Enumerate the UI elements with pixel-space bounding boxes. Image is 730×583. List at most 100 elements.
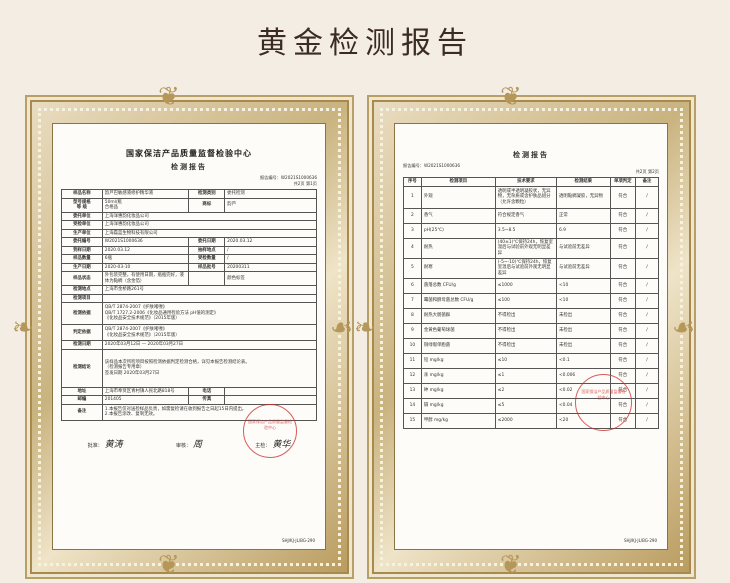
results-cell: 不得检出 [494,307,557,324]
info-value: 外包装完整，有使用日期，瓶瓶完好，液体为黏稠（含金箔） [101,271,190,286]
info-label: 受检数量 [188,254,226,264]
results-cell: / [635,322,659,339]
results-cell: 2 [403,207,422,224]
results-cell: 与试验前无差异 [555,237,611,259]
results-column-header: 单项判定 [609,177,637,187]
info-value: 2020-03-10 [101,262,190,272]
frame-ornament-icon: ☙ [672,313,696,343]
results-header-row: 序号 检测项目 技术要求 检测结果 单项判定 备注 [403,177,659,187]
results-cell: 铅 mg/kg [420,352,496,369]
info-value: 颜色标签 [224,271,317,286]
info-label: 到样日期 [61,245,103,255]
results-cell: 不得检出 [494,337,557,354]
report-heading: 检测报告 [513,150,549,159]
results-cell: 与试验前无差异 [555,257,611,279]
report-info-row: 样品数量 6瓶 受检数量 / [61,254,317,264]
results-cell: <0.1 [555,352,611,369]
info-value: 上海磊蓝生物科技有限公司 [101,228,318,238]
info-label: 检测依据 [61,302,103,325]
results-cell: ≤5 [494,397,557,414]
reviewer-signature: 审核：周 [175,439,202,450]
results-cell: / [635,185,659,209]
results-row: 9 金黄色葡萄球菌 不得检出 未检出 符合 / [403,322,659,339]
info-value: W2021S1000636 [101,237,190,247]
results-cell: 耐热 [420,237,496,259]
results-cell: pH(25℃) [420,222,496,239]
info-label: 检测结论 [61,348,103,388]
results-column-header: 检测结果 [555,177,611,187]
results-cell: 符合规定香气 [494,207,557,224]
info-label: 型号规格 等 级 [61,197,103,213]
results-cell: ≤100 [494,292,557,309]
frame-ornament-icon: ❦ [500,550,522,580]
report-pages: 共2页 第2页 [635,169,659,174]
results-cell: 符合 [609,207,637,224]
info-label: 抽样地点 [188,245,226,255]
info-label: 商标 [188,197,226,213]
info-label: 受检单位 [61,220,103,230]
results-cell: (-5~-10)℃保持24h，恢复室温后与试验前外观无明显差异 [494,257,557,279]
results-cell: 符合 [609,307,637,324]
frame-ornament-icon: ❦ [500,82,522,112]
report-info-row: 地址 上海市奉贤区青村镇人民北路818号 电话 [61,386,317,396]
frame-ornament-icon: ❦ [158,82,180,112]
report-info-row: 判定依据 QB/T 2874-2007《护肤啫喱》 《化妆品安全技术规范》（201… [61,324,318,341]
results-cell: 3.5~8.5 [494,222,557,239]
info-label: 委托日期 [188,237,226,247]
info-label: 样品状态 [61,271,103,286]
info-value [101,293,318,303]
info-label: 邮编 [61,395,103,405]
info-label: 生产日期 [61,262,103,272]
frame-ornament-icon: ☙ [330,313,354,343]
info-label: 判定依据 [61,324,103,341]
results-cell: ≤1 [494,367,557,384]
approver-signature: 批准： 黄涛 [87,439,123,450]
info-value: 201405 [101,395,190,405]
results-column-header: 技术要求 [494,177,557,187]
results-cell: 符合 [609,322,637,339]
info-value: 2020年03月12日 — 2020年03月27日 [101,340,318,350]
report-info-row: 型号规格 等 级 50ml/瓶 合格品 商标 韵芦 [61,197,317,213]
results-cell: 镉 mg/kg [420,397,496,414]
right-report-paper: 检测报告 报告编号：W2021S1000636 共2页 第2页 序号 检测项目 技术… [394,123,668,550]
info-value: 上海洋惠韵化妆品公司 [101,211,318,221]
results-cell: 金黄色葡萄球菌 [420,322,496,339]
results-cell: ≤2 [494,382,557,399]
results-cell: 符合 [609,185,637,209]
info-value [224,395,317,405]
results-cell: 15 [403,412,422,429]
info-label: 样品数量 [61,254,103,264]
info-value: 20200311 [224,262,317,272]
report-info-row: 检测依据 QB/T 2874-2007《护肤啫喱》 QB/T 1727.2-200… [61,302,318,325]
info-value: 上海市金桥路261号 [101,285,318,295]
results-cell: 符合 [609,292,637,309]
info-value: / [224,245,317,255]
results-cell: / [635,412,659,429]
results-cell: / [635,237,659,259]
results-cell: 外观 [420,185,496,209]
report-info-row: 受检单位 上海洋惠韵化妆品公司 [61,220,318,230]
results-cell: 未检出 [555,307,611,324]
results-column-header: 备注 [635,177,659,187]
info-value: / [224,254,317,264]
results-cell: / [635,257,659,279]
report-info-row: 检测结论 该样品本次所检项目按照检测依据判定检测合格，详见本报告检测结论表。 （检… [61,348,318,388]
info-value: 6瓶 [101,254,190,264]
red-seal-stamp: 国家保洁产品质量监督检验中心 [243,404,297,458]
info-label: 委托单位 [61,211,103,221]
results-row: 1 外观 透明或半透明凝胶状，无异物，无杂质或含护肤品组分（允许含颗粒） 透明黏稠凝胶… [403,185,659,209]
info-value: 韵芦巴敏感液修护精华液 [101,189,190,199]
results-column-header: 检测项目 [420,177,496,187]
info-value: 50ml/瓶 合格品 [101,197,190,213]
info-value: 上海洋惠韵化妆品公司 [101,220,318,230]
results-cell: / [635,292,659,309]
results-cell: 耐寒 [420,257,496,279]
report-org-name: 国家保洁产品质量监督检验中心 [126,148,252,158]
results-cell: 菌落总数 CFU/g [420,277,496,294]
results-row: 3 pH(25℃) 3.5~8.5 6.9 符合 / [403,222,659,239]
results-cell: 未检出 [555,337,611,354]
results-cell: (40±1)℃保持24h，恢复室温后与试验前外观无明显差异 [494,237,557,259]
results-cell: 甲醇 mg/kg [420,412,496,429]
results-row: 6 菌落总数 CFU/g ≤1000 <10 符合 / [403,277,659,294]
results-cell: 14 [403,397,422,414]
